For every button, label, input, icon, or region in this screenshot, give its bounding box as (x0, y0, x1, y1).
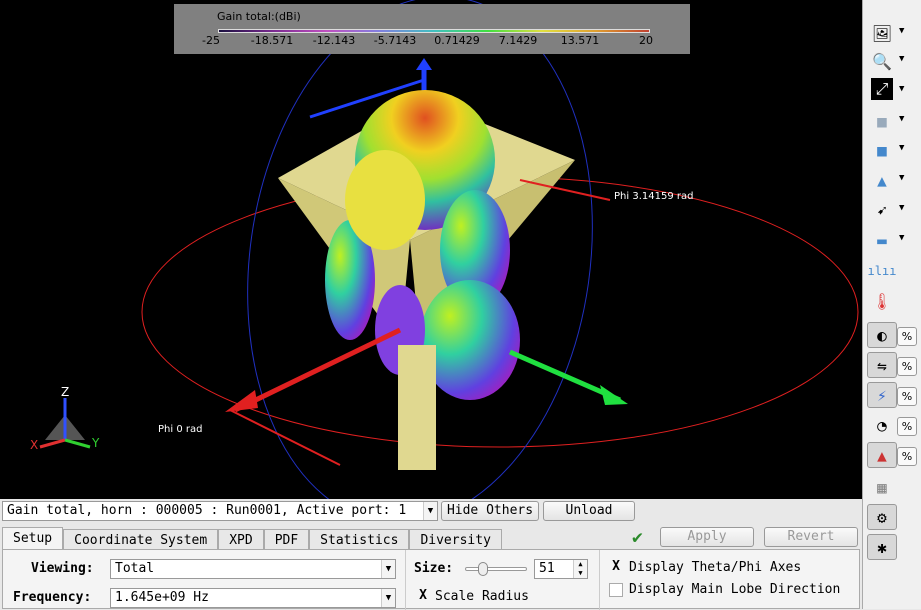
legend-tick: -25 (202, 34, 220, 47)
run-select-value: Gain total, horn : 000005 : Run0001, Act… (7, 503, 407, 518)
size-spinbox[interactable]: 51 ▲ ▼ (534, 559, 588, 579)
fit-icon[interactable]: ⤢ (871, 78, 893, 100)
solid-cube-icon[interactable]: ■ (867, 137, 897, 163)
pct-button[interactable]: % (897, 417, 917, 436)
viewing-value: Total (115, 561, 155, 576)
run-select[interactable]: Gain total, horn : 000005 : Run0001, Act… (2, 501, 438, 521)
frequency-label: Frequency: (13, 590, 92, 605)
scale-radius-label: Scale Radius (435, 589, 529, 604)
pct-button[interactable]: % (897, 387, 917, 406)
view-icon[interactable]: 🖼 (867, 20, 897, 46)
camera-icon[interactable]: ▲ (867, 167, 897, 193)
x-axis-label: X (30, 438, 39, 452)
wireframe-cube-icon[interactable]: ■ (867, 108, 897, 134)
run-bar: Gain total, horn : 000005 : Run0001, Act… (0, 500, 862, 522)
validate-icon: ✔ (632, 527, 643, 548)
scale-radius-checkbox[interactable]: X (416, 589, 430, 604)
axis-triad (39, 398, 91, 449)
tab-pdf[interactable]: PDF (263, 529, 310, 550)
mesh-icon[interactable]: ▦ (867, 474, 897, 500)
unload-button[interactable]: Unload (543, 501, 635, 521)
pick-icon[interactable]: ➹ (867, 197, 897, 223)
hide-others-button[interactable]: Hide Others (441, 501, 539, 521)
legend-tick: -18.571 (250, 34, 294, 47)
shading-icon[interactable]: ◐ (867, 322, 897, 348)
legend-title: Gain total:(dBi) (217, 10, 301, 23)
tab-diversity[interactable]: Diversity (409, 529, 502, 550)
frequency-select[interactable]: 1.645e+09 Hz ▼ (110, 588, 396, 608)
plane-icon[interactable]: ▬ (867, 227, 897, 253)
settings-icon[interactable]: ⚙ (867, 504, 897, 530)
pattern-scene (39, 0, 859, 499)
pct-button[interactable]: % (897, 447, 917, 466)
3d-viewport[interactable]: Gain total:(dBi) -25 -18.571 -12.143 -5.… (0, 0, 862, 499)
right-toolbar: 🖼 ▼ 🔍 ▼ ⤢ ▼ ■ ▼ ■ ▼ ▲ ▼ ➹ ▼ ▬ ▼ ılıı 🌡 ◐% ⇋% ⚡% … (862, 0, 921, 609)
gauge-icon[interactable]: ◔ (867, 412, 897, 438)
tab-xpd[interactable]: XPD (218, 529, 264, 550)
tab-bar: Setup Coordinate System XPD PDF Statisti… (2, 527, 502, 550)
legend-tick: 20 (639, 34, 653, 47)
size-slider[interactable] (465, 562, 527, 576)
apply-button[interactable]: Apply (660, 527, 754, 547)
colormap-icon[interactable]: ▲ (867, 442, 897, 468)
zoom-icon[interactable]: 🔍 (867, 48, 897, 74)
color-legend: Gain total:(dBi) -25 -18.571 -12.143 -5.… (174, 4, 690, 54)
revert-button[interactable]: Revert (764, 527, 858, 547)
legend-tick: 7.1429 (498, 34, 538, 47)
pct-button[interactable]: % (897, 327, 917, 346)
frequency-value: 1.645e+09 Hz (115, 590, 209, 605)
size-label: Size: (414, 561, 454, 576)
display-axes-checkbox[interactable]: X (609, 560, 623, 575)
display-lobe-label: Display Main Lobe Direction (629, 582, 841, 597)
histogram-icon[interactable]: ılıı (867, 258, 897, 284)
legend-tick: 13.571 (560, 34, 600, 47)
display-lobe-checkbox[interactable] (609, 583, 623, 597)
phi-pi-label: Phi 3.14159 rad (614, 191, 694, 202)
pct-button[interactable]: % (897, 357, 917, 376)
legend-tick: 0.71429 (434, 34, 480, 47)
viewing-label: Viewing: (31, 561, 94, 576)
size-slider-thumb[interactable] (478, 562, 488, 576)
legend-tick: -12.143 (312, 34, 356, 47)
setup-panel: Viewing: Total ▼ Frequency: 1.645e+09 Hz ▼… (2, 549, 860, 610)
viewing-select[interactable]: Total ▼ (110, 559, 396, 579)
phi-0-label: Phi 0 rad (158, 424, 203, 435)
legend-tick: -5.7143 (373, 34, 417, 47)
tools-icon[interactable]: ✱ (867, 534, 897, 560)
tab-coordinate-system[interactable]: Coordinate System (63, 529, 219, 550)
tab-setup[interactable]: Setup (2, 527, 64, 550)
z-axis-label: Z (61, 385, 70, 399)
tab-statistics[interactable]: Statistics (309, 529, 410, 550)
size-value: 51 (539, 561, 555, 576)
thermometer-icon[interactable]: 🌡 (867, 288, 897, 314)
display-axes-label: Display Theta/Phi Axes (629, 560, 802, 575)
link-icon[interactable]: ⇋ (867, 352, 897, 378)
y-axis-label: Y (92, 436, 100, 450)
flash-icon[interactable]: ⚡ (867, 382, 897, 408)
legend-colorbar (218, 29, 650, 33)
